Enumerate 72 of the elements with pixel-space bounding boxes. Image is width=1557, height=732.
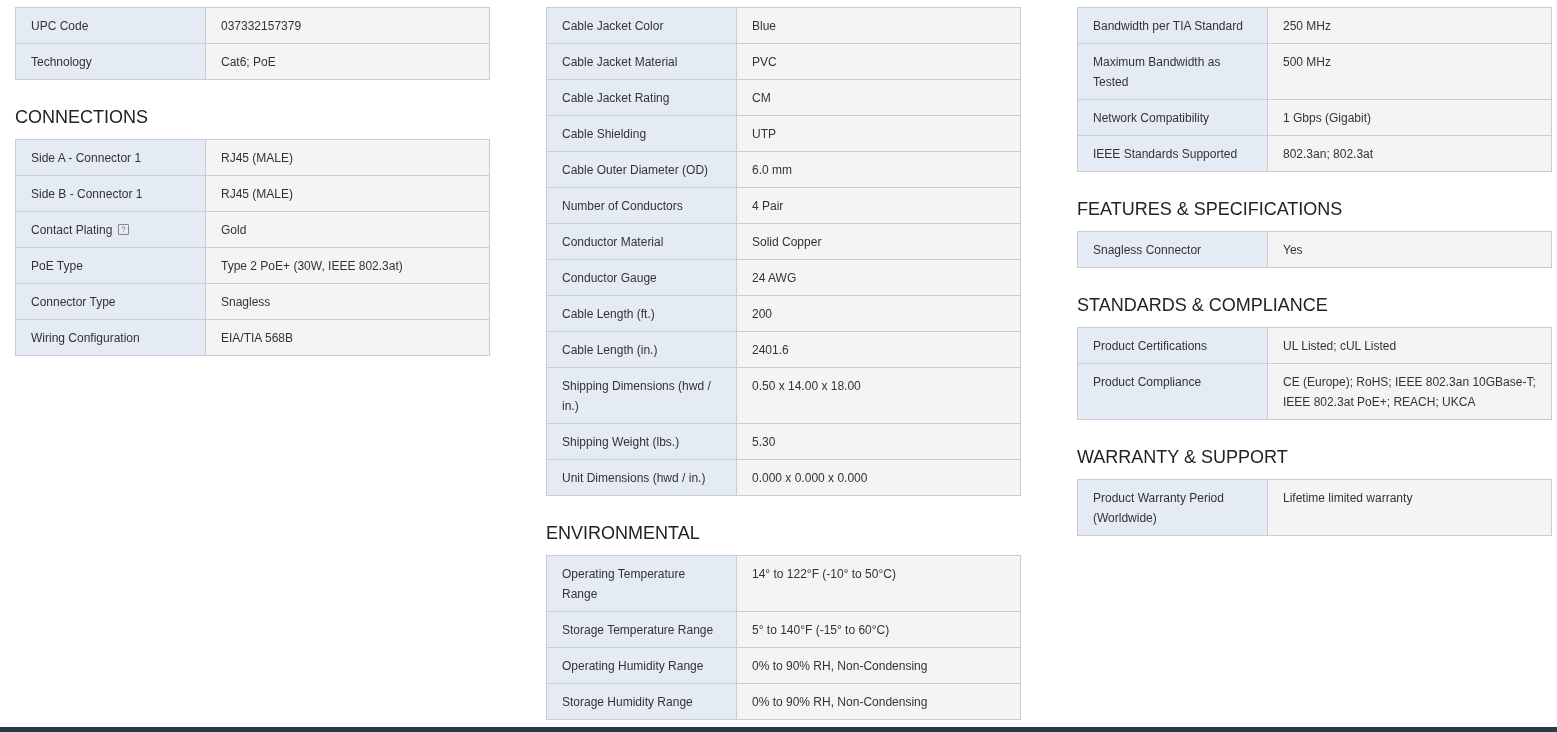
spec-value-cell: 0% to 90% RH, Non-Condensing: [737, 684, 1020, 719]
spec-label: Storage Temperature Range: [562, 622, 714, 637]
spec-value-cell: UTP: [737, 116, 1020, 151]
spec-value-cell: 4 Pair: [737, 188, 1020, 223]
spec-label: Network Compatibility: [1093, 110, 1210, 125]
spec-label: Unit Dimensions (hwd / in.): [562, 470, 706, 485]
section-heading: FEATURES & SPECIFICATIONS: [1077, 198, 1343, 221]
spec-label: Connector Type: [31, 294, 116, 309]
spec-value-cell: 802.3an; 802.3at: [1268, 136, 1551, 171]
spec-label: UPC Code: [31, 18, 89, 33]
spec-label: Operating Temperature Range: [562, 566, 686, 601]
spec-value-cell: 1 Gbps (Gigabit): [1268, 100, 1551, 135]
spec-value-cell: Lifetime limited warranty: [1268, 480, 1551, 535]
spec-value-cell: Type 2 PoE+ (30W, IEEE 802.3at): [206, 248, 489, 283]
spec-value-cell: CE (Europe); RoHS; IEEE 802.3an 10GBase-T; IEEE 802.3at PoE+; REACH; UKCA: [1268, 364, 1551, 419]
spec-value-cell: 0% to 90% RH, Non-Condensing: [737, 648, 1020, 683]
spec-label: Technology: [31, 54, 92, 69]
section-heading: CONNECTIONS: [15, 106, 148, 129]
spec-label: Cable Length (ft.): [562, 306, 655, 321]
spec-label: Number of Conductors: [562, 198, 683, 213]
spec-label: Cable Length (in.): [562, 342, 658, 357]
spec-label: Side A - Connector 1: [31, 150, 142, 165]
spec-value-cell: 5.30: [737, 424, 1020, 459]
spec-value-cell: RJ45 (MALE): [206, 140, 489, 175]
spec-value-cell: 6.0 mm: [737, 152, 1020, 187]
spec-value-cell: 250 MHz: [1268, 8, 1551, 43]
spec-value-cell: 0.50 x 14.00 x 18.00: [737, 368, 1020, 423]
spec-label: Conductor Material: [562, 234, 664, 249]
spec-value-cell: Blue: [737, 8, 1020, 43]
spec-value-cell: Gold: [206, 212, 489, 247]
spec-value-cell: 24 AWG: [737, 260, 1020, 295]
spec-label: Cable Outer Diameter (OD): [562, 162, 709, 177]
section-heading: ENVIRONMENTAL: [546, 522, 700, 545]
section-heading: STANDARDS & COMPLIANCE: [1077, 294, 1328, 317]
spec-label: Product Certifications: [1093, 338, 1208, 353]
spec-value-cell: EIA/TIA 568B: [206, 320, 489, 355]
spec-value-cell: Snagless: [206, 284, 489, 319]
section-heading: WARRANTY & SUPPORT: [1077, 446, 1288, 469]
spec-value-cell: 0.000 x 0.000 x 0.000: [737, 460, 1020, 495]
spec-value-cell: Yes: [1268, 232, 1551, 267]
spec-value-cell: PVC: [737, 44, 1020, 79]
spec-label: Cable Shielding: [562, 126, 647, 141]
spec-label: Shipping Weight (lbs.): [562, 434, 680, 449]
spec-value-cell: UL Listed; cUL Listed: [1268, 328, 1551, 363]
spec-label: Cable Jacket Material: [562, 54, 678, 69]
spec-value-cell: 14° to 122°F (-10° to 50°C): [737, 556, 1020, 611]
spec-label: Product Warranty Period (Worldwide): [1093, 490, 1224, 525]
spec-label: Conductor Gauge: [562, 270, 657, 285]
spec-label: Shipping Dimensions (hwd / in.): [562, 378, 711, 413]
help-icon[interactable]: [118, 223, 130, 235]
spec-label: PoE Type: [31, 258, 83, 273]
spec-label: IEEE Standards Supported: [1093, 146, 1238, 161]
spec-label: Operating Humidity Range: [562, 658, 704, 673]
spec-value-cell: 500 MHz: [1268, 44, 1551, 99]
spec-value-cell: CM: [737, 80, 1020, 115]
spec-label: Bandwidth per TIA Standard: [1093, 18, 1243, 33]
spec-label: Maximum Bandwidth as Tested: [1093, 54, 1221, 89]
spec-label: Cable Jacket Rating: [562, 90, 670, 105]
spec-label: Snagless Connector: [1093, 242, 1202, 257]
spec-label: Contact Plating: [31, 222, 113, 237]
spec-value-cell: 037332157379: [206, 8, 489, 43]
spec-value-cell: 200: [737, 296, 1020, 331]
spec-value-cell: RJ45 (MALE): [206, 176, 489, 211]
spec-label: Wiring Configuration: [31, 330, 140, 345]
spec-value-cell: Cat6; PoE: [206, 44, 489, 79]
spec-label: Side B - Connector 1: [31, 186, 143, 201]
spec-value-cell: 2401.6: [737, 332, 1020, 367]
spec-value-cell: 5° to 140°F (-15° to 60°C): [737, 612, 1020, 647]
spec-label: Storage Humidity Range: [562, 694, 693, 709]
spec-value-cell: Solid Copper: [737, 224, 1020, 259]
spec-label: Cable Jacket Color: [562, 18, 664, 33]
spec-label: Product Compliance: [1093, 374, 1202, 389]
